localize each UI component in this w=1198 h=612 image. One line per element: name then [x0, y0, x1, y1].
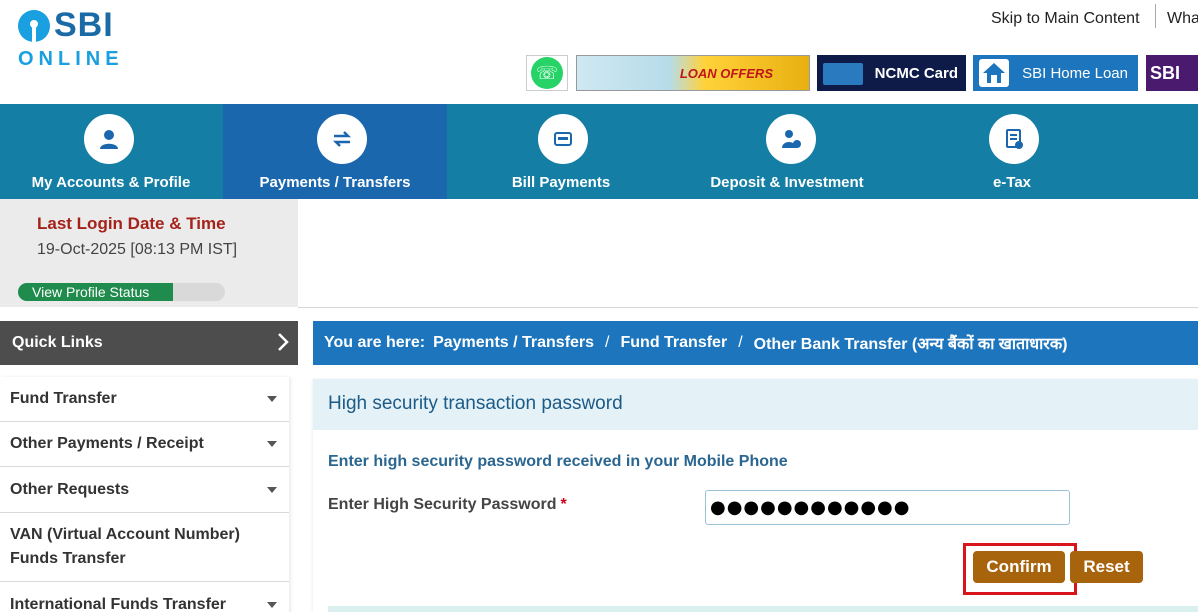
logo-text: SBI [54, 6, 114, 44]
breadcrumb: You are here: Payments / Transfers / Fun… [313, 321, 1198, 365]
quick-link-label: Other Payments / Receipt [10, 435, 204, 452]
nav-my-accounts[interactable]: My Accounts & Profile [0, 104, 222, 199]
skip-to-main-link[interactable]: Skip to Main Content [991, 10, 1140, 28]
hsp-form-panel: High security transaction password Enter… [313, 379, 1198, 612]
nav-deposit-investment[interactable]: Deposit & Investment [675, 104, 899, 199]
quick-link-label: Other Requests [10, 480, 130, 498]
confirm-button[interactable]: Confirm [973, 551, 1065, 583]
breadcrumb-separator: / [738, 334, 743, 351]
divider [298, 307, 1198, 308]
chevron-down-icon [267, 441, 277, 447]
password-label-text: Enter High Security Password [328, 496, 557, 513]
quick-link-other-payments[interactable]: Other Payments / Receipt [0, 422, 289, 467]
last-login-panel: Last Login Date & Time 19-Oct-2025 [08:1… [0, 199, 298, 307]
quick-link-label: International Funds Transfer [10, 595, 227, 612]
sbi-logo[interactable]: SBI ONLINE [18, 6, 138, 70]
whats-new-link[interactable]: Wha [1167, 10, 1198, 28]
whatsapp-icon: ☏ [531, 57, 563, 89]
panel-header: High security transaction password [313, 379, 1198, 430]
bill-icon [538, 114, 588, 164]
quick-link-fund-transfer[interactable]: Fund Transfer [0, 377, 289, 422]
nav-payments-transfers[interactable]: Payments / Transfers [223, 104, 447, 199]
nav-label: e-Tax [992, 174, 1032, 191]
required-mark: * [560, 496, 567, 513]
ncmc-card-text: NCMC Card [874, 64, 958, 82]
header: SBI ONLINE Skip to Main Content Wha ☏ LO… [0, 0, 1198, 104]
quick-link-label: VAN (Virtual Account Number) Funds Trans… [10, 526, 240, 567]
nav-bill-payments[interactable]: Bill Payments [449, 104, 673, 199]
nav-label: Bill Payments [511, 174, 611, 191]
nav-label: My Accounts & Profile [31, 174, 191, 191]
nav-e-tax[interactable]: e-Tax [901, 104, 1123, 199]
quick-link-van-transfer[interactable]: VAN (Virtual Account Number) Funds Trans… [0, 513, 289, 582]
page-title: High security transaction password [328, 393, 623, 414]
quick-links-list: Fund Transfer Other Payments / Receipt O… [0, 377, 289, 612]
instruction-text: Enter high security password received in… [328, 453, 788, 470]
quick-links-header[interactable]: Quick Links [0, 321, 298, 365]
breadcrumb-separator: / [605, 334, 610, 351]
password-label: Enter High Security Password * [328, 496, 567, 514]
user-icon [84, 114, 134, 164]
quick-link-other-requests[interactable]: Other Requests [0, 467, 289, 513]
last-login-time: 19-Oct-2025 [08:13 PM IST] [37, 241, 238, 258]
chevron-down-icon [267, 486, 277, 493]
divider [1155, 4, 1156, 28]
breadcrumb-lead: You are here: [324, 334, 426, 351]
loan-offers-banner[interactable]: LOAN OFFERS [576, 55, 810, 91]
card-icon [823, 63, 863, 85]
profile-status-bar[interactable]: View Profile Status [18, 283, 225, 301]
last-login-title: Last Login Date & Time [37, 214, 226, 233]
breadcrumb-item-fund-transfer[interactable]: Fund Transfer [621, 334, 728, 352]
chevron-down-icon [267, 396, 277, 402]
whatsapp-banner[interactable]: ☏ [526, 55, 568, 91]
breadcrumb-item-payments[interactable]: Payments / Transfers [433, 334, 594, 352]
main-nav: My Accounts & Profile Payments / Transfe… [0, 104, 1198, 199]
sbi-banner[interactable]: SBI [1146, 55, 1198, 91]
chevron-right-icon[interactable] [276, 332, 290, 352]
nav-label: Deposit & Investment [710, 174, 864, 191]
sbi-logo-icon [18, 10, 50, 42]
view-profile-status-link[interactable]: View Profile Status [18, 283, 173, 301]
home-loan-text: SBI Home Loan [1022, 64, 1128, 82]
high-security-password-input[interactable] [705, 490, 1070, 525]
transfer-icon [317, 114, 367, 164]
sbi-banner-text: SBI [1150, 62, 1181, 83]
home-loan-banner[interactable]: SBI Home Loan [973, 55, 1138, 91]
page: SBI ONLINE Skip to Main Content Wha ☏ LO… [0, 0, 1198, 612]
tax-document-icon [989, 114, 1039, 164]
quick-link-label: Fund Transfer [10, 390, 117, 407]
nav-label: Payments / Transfers [259, 174, 411, 191]
quick-link-international-transfer[interactable]: International Funds Transfer [0, 582, 289, 612]
home-icon [979, 59, 1009, 87]
investment-icon [766, 114, 816, 164]
logo-subtext: ONLINE [18, 48, 124, 70]
breadcrumb-item-other-bank: Other Bank Transfer (अन्य बैंकों का खाता… [753, 336, 1068, 353]
reset-button[interactable]: Reset [1070, 551, 1143, 583]
loan-offers-text: LOAN OFFERS [679, 65, 773, 81]
quick-links-title: Quick Links [12, 334, 103, 351]
panel-footer-strip [328, 606, 1198, 612]
chevron-down-icon [267, 601, 277, 608]
ncmc-card-banner[interactable]: NCMC Card [817, 55, 966, 91]
